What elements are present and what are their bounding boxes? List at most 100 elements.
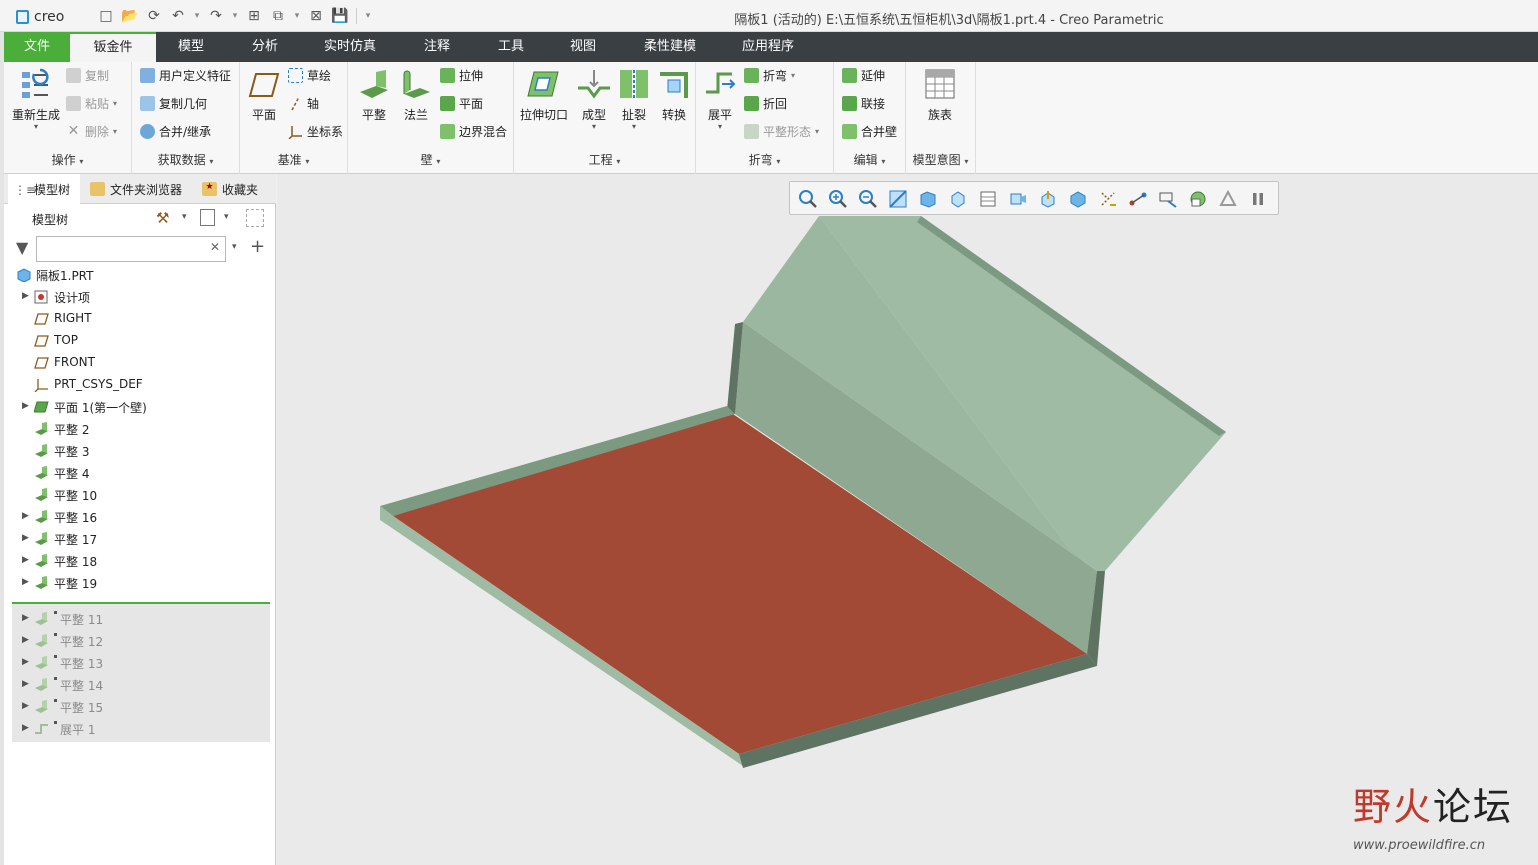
tab-view[interactable]: 视图 bbox=[550, 32, 616, 62]
form-button[interactable]: 成型 ▾ bbox=[574, 66, 614, 131]
tree-item[interactable]: RIGHT bbox=[4, 308, 276, 330]
settings-dropdown-icon[interactable]: ▾ bbox=[182, 212, 187, 222]
regenerate-dropdown-icon[interactable]: ▾ bbox=[8, 123, 64, 131]
unbend-button[interactable]: 展平 ▾ bbox=[698, 66, 742, 131]
show-dropdown-icon[interactable]: ▾ bbox=[224, 212, 229, 222]
delete-button[interactable]: ✕ 删除 ▾ bbox=[66, 120, 117, 142]
extend-button[interactable]: 延伸 bbox=[842, 64, 885, 86]
zoom-in-icon[interactable] bbox=[828, 189, 848, 209]
zoom-out-icon[interactable] bbox=[858, 189, 878, 209]
spin-display-icon[interactable] bbox=[1158, 189, 1178, 209]
tree-item[interactable]: ▶ 平整 18 bbox=[4, 550, 276, 572]
group-engineering-label[interactable]: 工程 ▾ bbox=[514, 151, 695, 168]
tree-item[interactable]: ▶ 平面 1(第一个壁) bbox=[4, 396, 276, 418]
rip-button[interactable]: 扯裂 ▾ bbox=[614, 66, 654, 131]
tab-applications[interactable]: 应用程序 bbox=[728, 32, 808, 62]
expand-arrow-icon[interactable]: ▶ bbox=[22, 657, 30, 667]
flat-wall-button[interactable]: 平整 bbox=[352, 66, 396, 123]
perspective-icon[interactable] bbox=[1008, 189, 1028, 209]
view-manager-icon[interactable] bbox=[978, 189, 998, 209]
sheetmetal-model[interactable] bbox=[277, 174, 1538, 865]
group-bends-label[interactable]: 折弯 ▾ bbox=[696, 151, 833, 168]
copy-geometry-button[interactable]: 复制几何 bbox=[140, 92, 207, 114]
expand-arrow-icon[interactable]: ▶ bbox=[22, 511, 30, 521]
group-get-data-label[interactable]: 获取数据 ▾ bbox=[132, 151, 239, 168]
planar-wall-button[interactable]: 平面 bbox=[440, 92, 483, 114]
group-walls-label[interactable]: 壁 ▾ bbox=[348, 151, 513, 168]
filter-icon[interactable]: ▼ bbox=[16, 238, 28, 257]
shaded-icon[interactable] bbox=[1068, 189, 1088, 209]
rip-dropdown-icon[interactable]: ▾ bbox=[614, 123, 654, 131]
udf-button[interactable]: 用户定义特征 bbox=[140, 64, 231, 86]
datum-display-icon[interactable] bbox=[1098, 189, 1118, 209]
spin-center-icon[interactable] bbox=[1038, 189, 1058, 209]
convert-button[interactable]: 转换 bbox=[654, 66, 694, 123]
tree-item[interactable]: FRONT bbox=[4, 352, 276, 374]
pause-icon[interactable] bbox=[1248, 189, 1268, 209]
family-table-button[interactable]: 族表 bbox=[918, 66, 962, 123]
paste-button[interactable]: 粘贴 ▾ bbox=[66, 92, 117, 114]
tree-item[interactable]: PRT_CSYS_DEF bbox=[4, 374, 276, 396]
tree-item[interactable]: ▶ 平整 16 bbox=[4, 506, 276, 528]
tree-search-input[interactable] bbox=[36, 236, 226, 262]
refit-icon[interactable] bbox=[798, 189, 818, 209]
clear-search-icon[interactable]: ✕ bbox=[210, 240, 220, 254]
expand-arrow-icon[interactable]: ▶ bbox=[22, 533, 30, 543]
tab-analysis[interactable]: 分析 bbox=[232, 32, 298, 62]
expand-arrow-icon[interactable]: ▶ bbox=[22, 723, 30, 733]
saved-orientations-icon[interactable] bbox=[948, 189, 968, 209]
flange-button[interactable]: 法兰 bbox=[394, 66, 438, 123]
tree-item[interactable]: 平整 10 bbox=[4, 484, 276, 506]
suppressed-item[interactable]: ▶ 平整 15 bbox=[4, 696, 270, 718]
add-filter-icon[interactable]: + bbox=[250, 236, 265, 257]
expand-arrow-icon[interactable]: ▶ bbox=[22, 291, 30, 301]
suppressed-item[interactable]: ▶ 平整 14 bbox=[4, 674, 270, 696]
suppressed-item[interactable]: ▶ 平整 11 bbox=[4, 608, 270, 630]
merge-walls-button[interactable]: 合并壁 bbox=[842, 120, 897, 142]
group-editing-label[interactable]: 编辑 ▾ bbox=[834, 151, 905, 168]
tab-favorites[interactable]: ★ 收藏夹 bbox=[196, 174, 272, 204]
suppressed-item[interactable]: ▶ 展平 1 bbox=[4, 718, 270, 740]
group-model-intent-label[interactable]: 模型意图 ▾ bbox=[906, 151, 975, 168]
tab-sheetmetal[interactable]: 钣金件 bbox=[70, 32, 156, 62]
tab-tools[interactable]: 工具 bbox=[478, 32, 544, 62]
expand-arrow-icon[interactable]: ▶ bbox=[22, 701, 30, 711]
bend-button[interactable]: 折弯 ▾ bbox=[744, 64, 795, 86]
suppressed-item[interactable]: ▶ 平整 12 bbox=[4, 630, 270, 652]
form-dropdown-icon[interactable]: ▾ bbox=[574, 123, 614, 131]
join-button[interactable]: 联接 bbox=[842, 92, 885, 114]
settings-tools-icon[interactable]: ⚒ bbox=[156, 209, 169, 227]
merge-inherit-button[interactable]: 合并/继承 bbox=[140, 120, 211, 142]
copy-button[interactable]: 复制 bbox=[66, 64, 109, 86]
sketch-button[interactable]: 草绘 bbox=[288, 64, 331, 86]
extrude-wall-button[interactable]: 拉伸 bbox=[440, 64, 483, 86]
annotation-display-icon[interactable] bbox=[1128, 189, 1148, 209]
csys-button[interactable]: 坐标系 bbox=[288, 120, 343, 142]
expand-arrow-icon[interactable]: ▶ bbox=[22, 577, 30, 587]
tree-item[interactable]: 平整 2 bbox=[4, 418, 276, 440]
expand-arrow-icon[interactable]: ▶ bbox=[22, 635, 30, 645]
boundary-blend-button[interactable]: 边界混合 bbox=[440, 120, 507, 142]
group-operations-label[interactable]: 操作 ▾ bbox=[4, 151, 131, 168]
tab-file[interactable]: 文件 bbox=[4, 32, 70, 62]
tab-annotate[interactable]: 注释 bbox=[404, 32, 470, 62]
filter-dropdown-icon[interactable]: ▾ bbox=[232, 242, 237, 252]
tree-item[interactable]: TOP bbox=[4, 330, 276, 352]
paste-dropdown-icon[interactable]: ▾ bbox=[113, 99, 117, 108]
datum-plane-button[interactable]: 平面 bbox=[242, 66, 286, 123]
suppressed-item[interactable]: ▶ 平整 13 bbox=[4, 652, 270, 674]
flat-state-dropdown-icon[interactable]: ▾ bbox=[815, 127, 819, 136]
unbend-dropdown-icon[interactable]: ▾ bbox=[698, 123, 742, 131]
tab-model[interactable]: 模型 bbox=[158, 32, 224, 62]
flat-state-button[interactable]: 平整形态 ▾ bbox=[744, 120, 819, 142]
expand-arrow-icon[interactable]: ▶ bbox=[22, 555, 30, 565]
tab-model-tree[interactable]: ⋮≡ 模型树 bbox=[8, 174, 80, 205]
extrude-cut-button[interactable]: 拉伸切口 bbox=[518, 66, 570, 123]
tab-flexible-modeling[interactable]: 柔性建模 bbox=[630, 32, 710, 62]
expand-arrow-icon[interactable]: ▶ bbox=[22, 679, 30, 689]
tree-item[interactable]: ▶ 平整 19 bbox=[4, 572, 276, 594]
expand-arrow-icon[interactable]: ▶ bbox=[22, 401, 30, 411]
recycle-icon[interactable] bbox=[1218, 189, 1238, 209]
graphics-viewport[interactable]: 野火论坛 www.proewildfire.cn bbox=[277, 174, 1538, 865]
bend-back-button[interactable]: 折回 bbox=[744, 92, 787, 114]
